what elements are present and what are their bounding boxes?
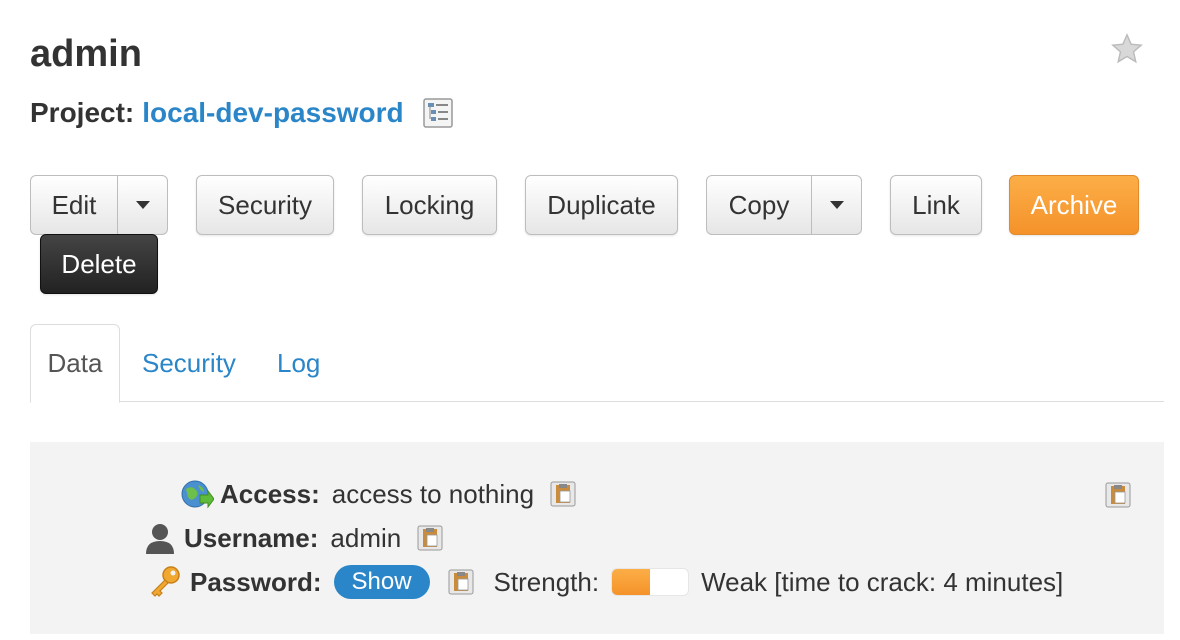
project-tree-icon[interactable]: [422, 97, 454, 129]
username-row: Username: admin: [144, 520, 443, 556]
copy-dropdown-button[interactable]: [812, 175, 862, 235]
globe-arrow-icon: [181, 480, 214, 509]
show-password-button[interactable]: Show: [333, 565, 430, 599]
edit-button-group: Edit: [30, 175, 168, 235]
archive-button[interactable]: Archive: [1009, 175, 1139, 235]
edit-dropdown-button[interactable]: [118, 175, 168, 235]
tab-log[interactable]: Log: [277, 324, 320, 402]
password-row: Password: Show Strength: Weak [time to c…: [148, 564, 1063, 600]
strength-bar: [611, 568, 690, 596]
password-label-text: Password:: [190, 566, 322, 597]
access-value: access to nothing: [331, 478, 535, 509]
strength-label: Strength:: [493, 566, 600, 597]
security-button[interactable]: Security: [196, 175, 334, 235]
password-label: Password:: [148, 565, 322, 599]
project-label: Project:: [30, 97, 135, 128]
locking-button[interactable]: Locking: [362, 175, 497, 235]
tab-data[interactable]: Data: [30, 324, 120, 403]
clipboard-icon: [417, 525, 443, 551]
user-icon: [146, 524, 174, 554]
chevron-down-icon: [135, 201, 150, 209]
clipboard-icon: [1105, 482, 1131, 508]
copy-password-button[interactable]: [448, 569, 474, 595]
tab-bar: Data Security Log: [30, 324, 1164, 403]
strength-fill: [612, 569, 651, 595]
username-label-text: Username:: [184, 522, 319, 553]
access-row: Access: access to nothing: [180, 476, 576, 512]
page-title: admin: [30, 33, 142, 75]
username-value: admin: [330, 522, 402, 553]
chevron-down-icon: [829, 201, 844, 209]
strength-text: Weak [time to crack: 4 minutes]: [701, 566, 1064, 597]
delete-button[interactable]: Delete: [40, 234, 158, 294]
copy-username-button[interactable]: [417, 525, 443, 551]
username-label: Username:: [144, 521, 318, 555]
project-link[interactable]: local-dev-password: [142, 96, 403, 130]
duplicate-button[interactable]: Duplicate: [525, 175, 678, 235]
access-label-text: Access:: [220, 478, 320, 509]
copy-button-group: Copy: [706, 175, 862, 235]
tab-security[interactable]: Security: [142, 324, 236, 402]
key-icon: [151, 566, 180, 597]
copy-access-button[interactable]: [550, 481, 576, 507]
project-line: Project: local-dev-password: [30, 96, 454, 130]
star-icon[interactable]: [1110, 32, 1144, 66]
clipboard-icon: [448, 569, 474, 595]
access-label: Access:: [180, 477, 320, 511]
link-button[interactable]: Link: [890, 175, 982, 235]
copy-all-button[interactable]: [1105, 482, 1131, 508]
edit-button[interactable]: Edit: [30, 175, 118, 235]
copy-button[interactable]: Copy: [706, 175, 812, 235]
clipboard-icon: [550, 481, 576, 507]
